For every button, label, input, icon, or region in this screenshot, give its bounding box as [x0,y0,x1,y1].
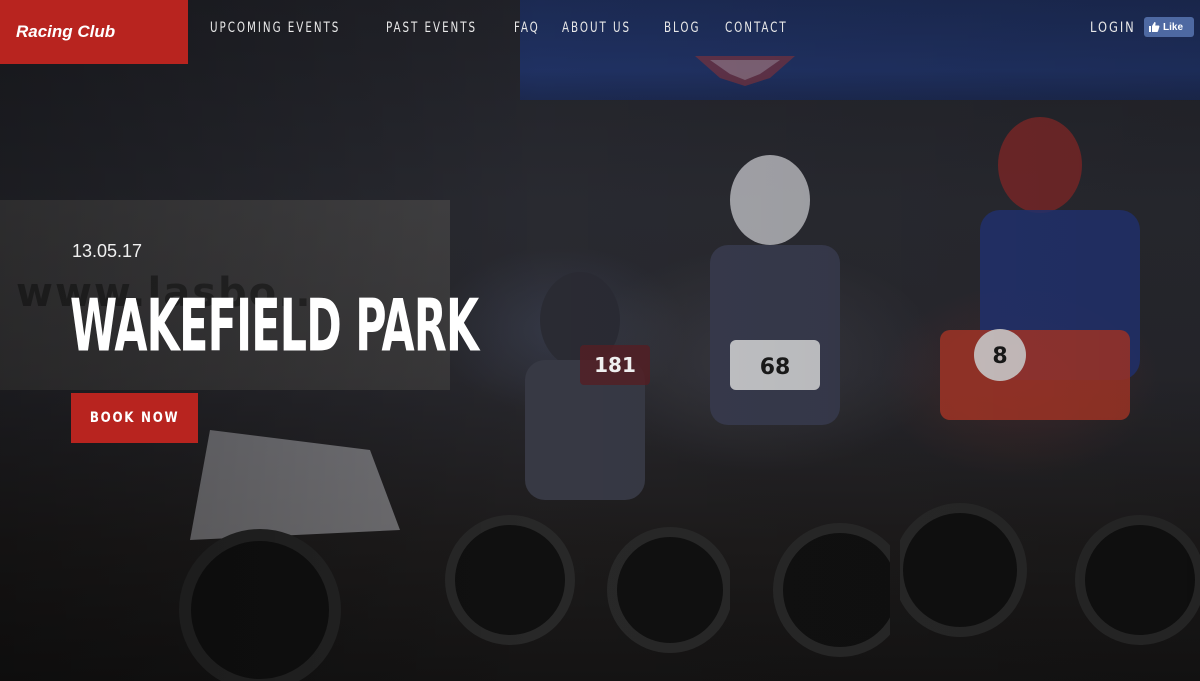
facebook-like-button[interactable]: Like [1144,17,1194,37]
nav-item-blog[interactable]: BLOG [664,20,700,36]
thumbs-up-icon [1149,22,1160,32]
nav-item-upcoming-events[interactable]: UPCOMING EVENTS [210,20,340,36]
brand-name[interactable]: Racing Club [16,22,115,42]
like-label: Like [1163,21,1184,33]
nav-item-about-us[interactable]: ABOUT US [562,20,631,36]
main-nav: UPCOMING EVENTS PAST EVENTS FAQ ABOUT US… [210,20,819,36]
nav-item-contact[interactable]: CONTACT [725,20,788,36]
login-link[interactable]: LOGIN [1090,20,1136,36]
event-date: 13.05.17 [72,241,143,261]
book-now-button[interactable]: BOOK NOW [71,393,198,443]
event-title: WAKEFIELD PARK [70,283,479,369]
book-now-label: BOOK NOW [89,410,180,426]
nav-item-faq[interactable]: FAQ [514,20,540,36]
nav-item-past-events[interactable]: PAST EVENTS [386,20,477,36]
brand-logo-block[interactable]: Racing Club [0,0,188,64]
